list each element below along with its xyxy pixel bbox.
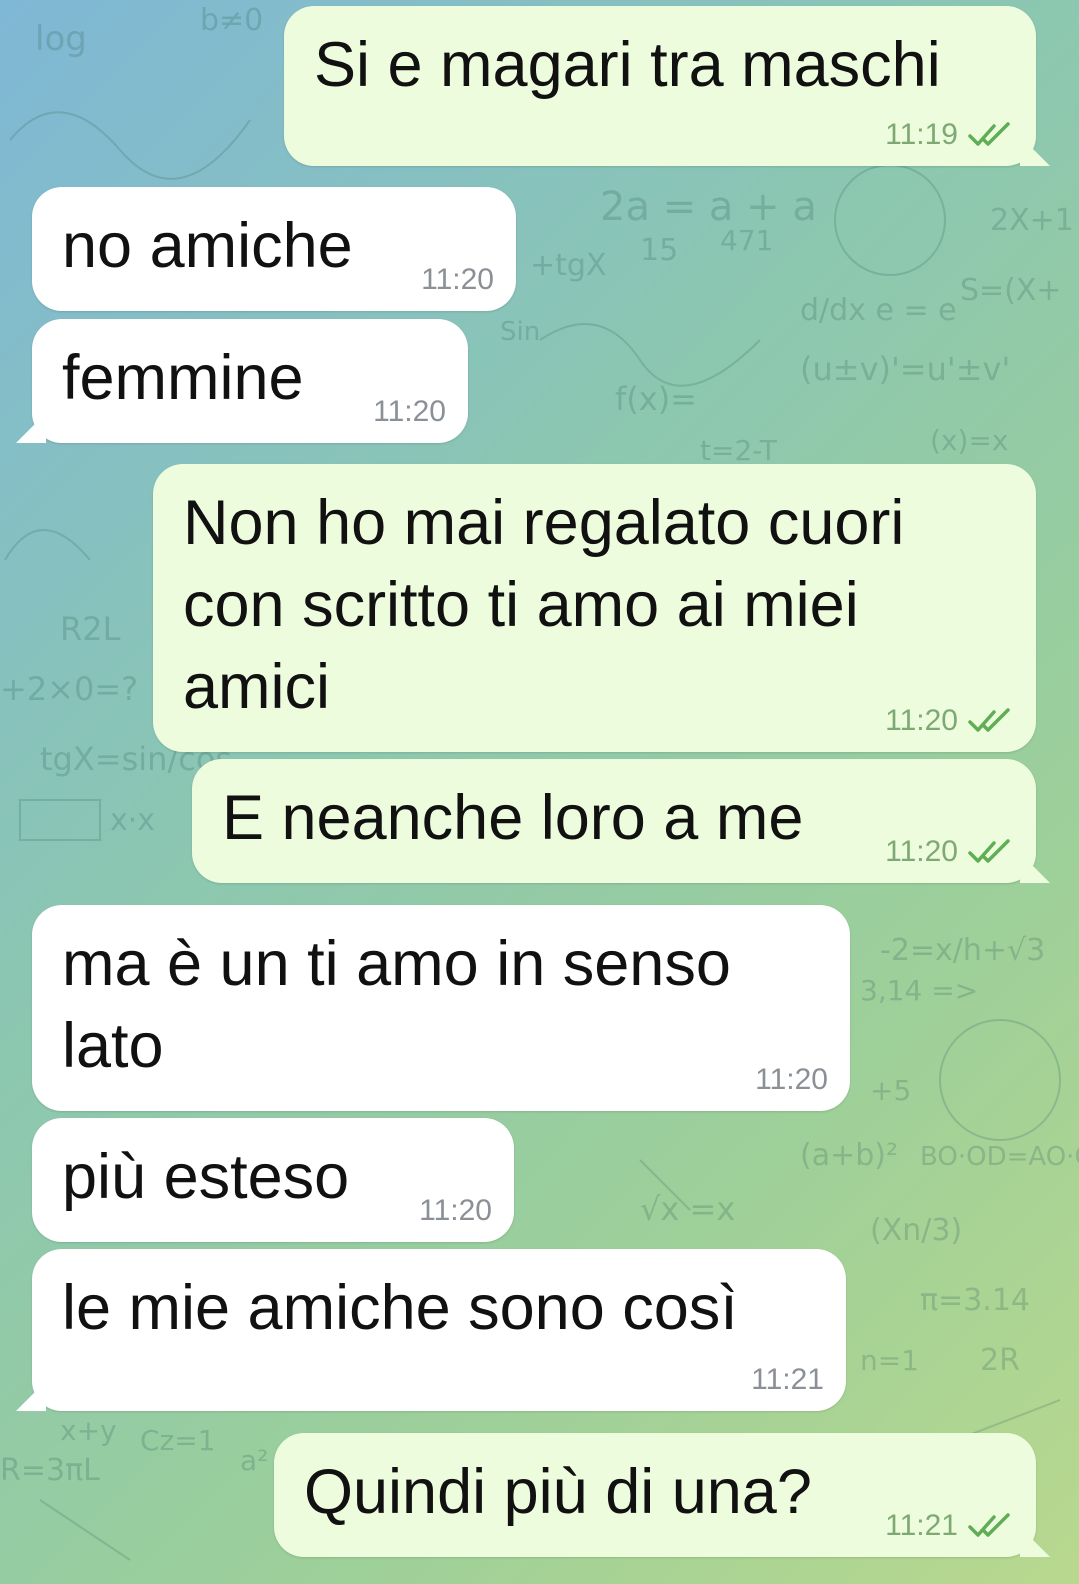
svg-text:+2×0=?: +2×0=? xyxy=(0,670,138,708)
message-meta: 11:20 xyxy=(373,395,446,429)
message-bubble-outgoing[interactable]: Si e magari tra maschi 11:19 xyxy=(284,6,1036,166)
message-time: 11:20 xyxy=(419,1194,492,1227)
message-time: 11:20 xyxy=(885,835,958,868)
message-meta: 11:19 xyxy=(885,118,1014,152)
message-time: 11:20 xyxy=(373,395,446,428)
svg-text:-2=x/h+√3: -2=x/h+√3 xyxy=(880,933,1045,968)
message-text: Quindi più di una? xyxy=(304,1457,812,1527)
message-bubble-outgoing[interactable]: Quindi più di una? 11:21 xyxy=(274,1433,1036,1557)
message-bubble-outgoing[interactable]: E neanche loro a me 11:20 xyxy=(192,759,1036,883)
message-meta: 11:20 xyxy=(419,1194,492,1228)
svg-text:d/dx e = e: d/dx e = e xyxy=(800,293,957,328)
message-time: 11:21 xyxy=(751,1363,824,1396)
message-text: E neanche loro a me xyxy=(222,783,804,853)
svg-text:BO·OD=AO·O: BO·OD=AO·O xyxy=(920,1142,1079,1172)
message-text: più esteso xyxy=(62,1142,350,1212)
svg-text:2X+1: 2X+1 xyxy=(990,203,1074,238)
svg-text:R2L: R2L xyxy=(60,610,121,648)
svg-text:t=2-T: t=2-T xyxy=(700,434,778,467)
svg-text:15: 15 xyxy=(640,233,678,268)
message-bubble-incoming[interactable]: ma è un ti amo in senso lato 11:20 xyxy=(32,905,850,1111)
svg-text:π=3.14: π=3.14 xyxy=(920,1283,1030,1318)
message-time: 11:19 xyxy=(885,118,958,151)
svg-text:(x)=x: (x)=x xyxy=(930,424,1008,457)
svg-text:+5: +5 xyxy=(870,1074,911,1107)
svg-text:n=1: n=1 xyxy=(860,1344,919,1377)
message-bubble-incoming[interactable]: più esteso 11:20 xyxy=(32,1118,514,1242)
double-check-icon xyxy=(968,839,1010,863)
message-time: 11:21 xyxy=(885,1509,958,1542)
double-check-icon xyxy=(968,122,1010,146)
svg-text:3,14 =>: 3,14 => xyxy=(860,974,978,1007)
message-meta: 11:21 xyxy=(751,1363,824,1397)
svg-text:471: 471 xyxy=(720,224,773,257)
svg-text:Sin: Sin xyxy=(500,317,540,347)
message-text: Si e magari tra maschi xyxy=(314,30,941,100)
message-text: ma è un ti amo in senso lato xyxy=(62,929,731,1081)
svg-text:+tgX: +tgX xyxy=(530,248,607,283)
message-meta: 11:20 xyxy=(885,835,1014,869)
svg-text:R=3πL: R=3πL xyxy=(0,1453,100,1488)
message-time: 11:20 xyxy=(421,263,494,296)
message-text: le mie amiche sono così xyxy=(62,1273,738,1343)
message-text: Non ho mai regalato cuori con scritto ti… xyxy=(183,488,905,722)
svg-text:2a = a + a: 2a = a + a xyxy=(600,184,817,230)
svg-text:b≠0: b≠0 xyxy=(200,3,263,38)
message-meta: 11:20 xyxy=(885,704,1014,738)
message-text: femmine xyxy=(62,343,304,413)
message-text: no amiche xyxy=(62,211,353,281)
message-bubble-incoming[interactable]: no amiche 11:20 xyxy=(32,187,516,311)
message-meta: 11:20 xyxy=(755,1063,828,1097)
svg-text:(Xn/3): (Xn/3) xyxy=(870,1213,962,1248)
message-bubble-incoming[interactable]: le mie amiche sono così 11:21 xyxy=(32,1249,846,1411)
svg-text:x+y: x+y xyxy=(60,1414,117,1447)
message-bubble-outgoing[interactable]: Non ho mai regalato cuori con scritto ti… xyxy=(153,464,1036,752)
svg-text:Cz=1: Cz=1 xyxy=(140,1424,216,1457)
svg-text:2R: 2R xyxy=(980,1343,1020,1378)
svg-text:(u±v)'=u'±v': (u±v)'=u'±v' xyxy=(800,350,1010,388)
svg-text:S=(X+: S=(X+ xyxy=(960,273,1062,308)
message-meta: 11:21 xyxy=(885,1509,1014,1543)
message-time: 11:20 xyxy=(885,704,958,737)
svg-text:log: log xyxy=(35,19,87,59)
double-check-icon xyxy=(968,708,1010,732)
message-time: 11:20 xyxy=(755,1063,828,1096)
message-meta: 11:20 xyxy=(421,263,494,297)
svg-text:x·x: x·x xyxy=(110,803,155,838)
svg-text:a²: a² xyxy=(240,1444,268,1477)
double-check-icon xyxy=(968,1513,1010,1537)
message-bubble-incoming[interactable]: femmine 11:20 xyxy=(32,319,468,443)
svg-text:(a+b)²: (a+b)² xyxy=(800,1138,898,1173)
